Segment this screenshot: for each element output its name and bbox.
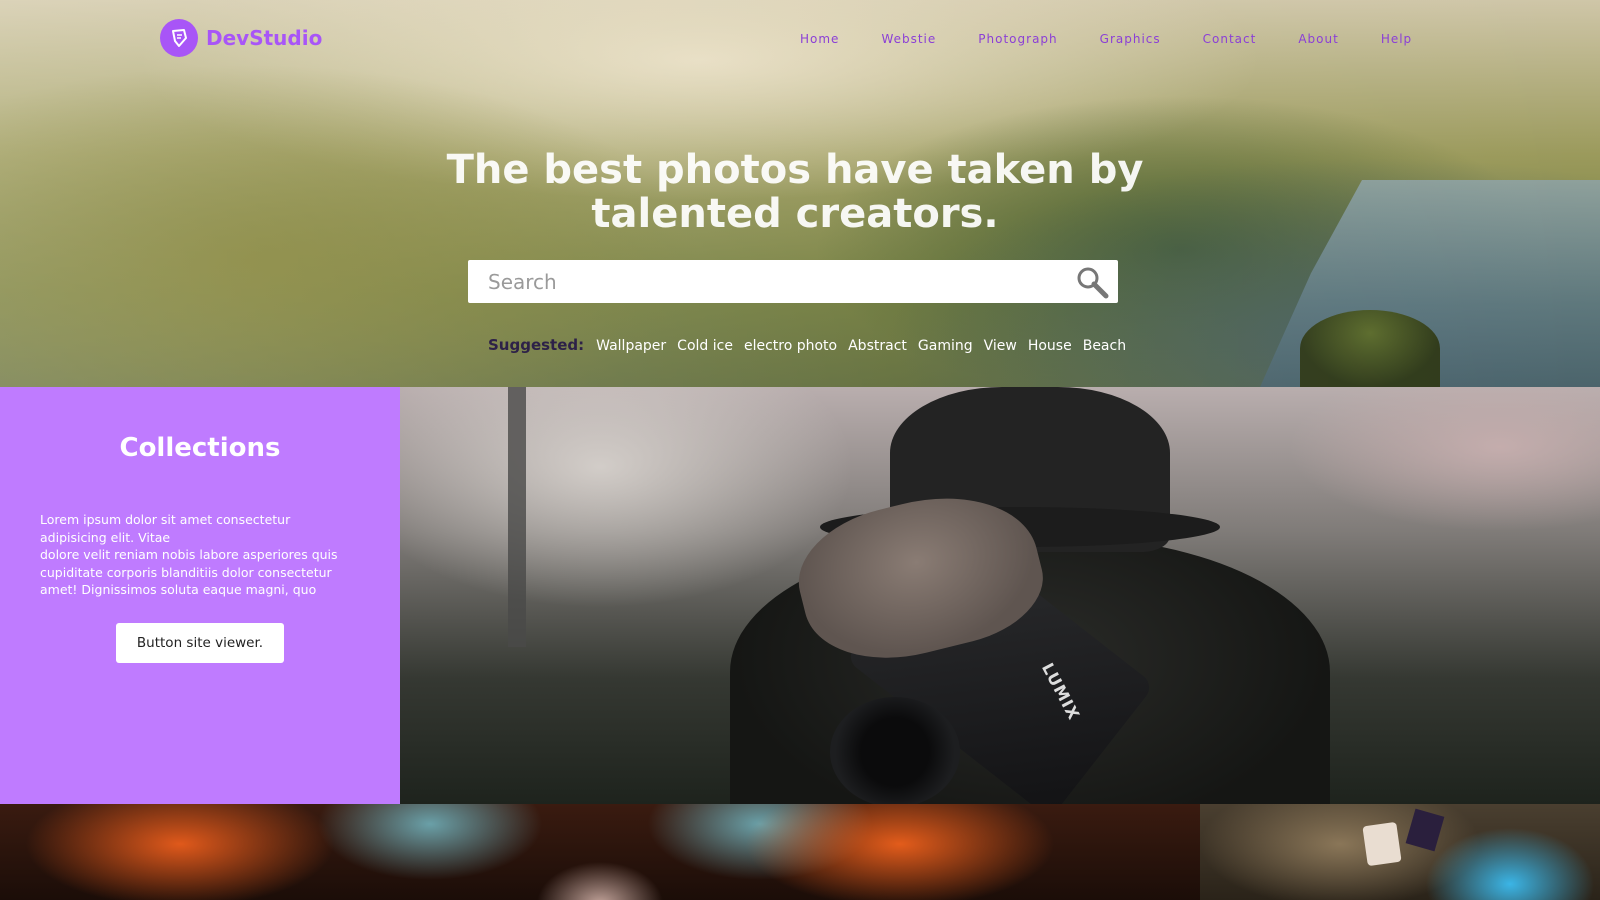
search-input[interactable] <box>468 260 1058 303</box>
tag-abstract[interactable]: Abstract <box>848 338 907 354</box>
collections-panel: Collections Lorem ipsum dolor sit amet c… <box>0 387 400 804</box>
logo[interactable]: DevStudio <box>160 19 322 57</box>
tag-electro-photo[interactable]: electro photo <box>744 338 837 354</box>
game-die <box>1362 821 1402 867</box>
gaming-image[interactable] <box>1200 804 1600 900</box>
main-menu: Home Webstie Photograph Graphics Contact… <box>800 32 1454 46</box>
suggested-label: Suggested: <box>488 336 585 354</box>
tag-wallpaper[interactable]: Wallpaper <box>596 338 666 354</box>
top-nav: DevStudio Home Webstie Photograph Graphi… <box>0 0 1600 80</box>
photo-camera-lens <box>830 697 960 804</box>
nav-about[interactable]: About <box>1298 32 1338 46</box>
collections-title: Collections <box>119 433 281 463</box>
brand-name: DevStudio <box>206 26 323 50</box>
nav-website[interactable]: Webstie <box>881 32 936 46</box>
logo-icon <box>160 19 198 57</box>
suggested-tags: Suggested: Wallpaper Cold ice electro ph… <box>488 336 1137 354</box>
hero-cliff <box>1300 310 1440 387</box>
nav-home[interactable]: Home <box>800 32 839 46</box>
site-viewer-button[interactable]: Button site viewer. <box>116 623 284 663</box>
collections-text-line-2: dolore velit reniam nobis labore asperio… <box>40 547 338 597</box>
hero-sea <box>1260 180 1600 387</box>
tag-view[interactable]: View <box>984 338 1017 354</box>
search-icon[interactable] <box>1074 264 1110 300</box>
nav-photograph[interactable]: Photograph <box>978 32 1057 46</box>
tag-gaming[interactable]: Gaming <box>918 338 973 354</box>
photographer-image[interactable]: LUMIX <box>400 387 1600 804</box>
tag-house[interactable]: House <box>1028 338 1072 354</box>
headline-line-1: The best photos have taken by <box>446 147 1144 193</box>
headline-line-2: talented creators. <box>591 191 999 237</box>
tag-beach[interactable]: Beach <box>1083 338 1126 354</box>
tag-cold-ice[interactable]: Cold ice <box>677 338 733 354</box>
game-card <box>1405 808 1445 852</box>
collections-description: Lorem ipsum dolor sit amet consectetur a… <box>40 511 360 599</box>
photo-pole <box>508 387 526 647</box>
collections-text-line-1: Lorem ipsum dolor sit amet consectetur a… <box>40 512 291 545</box>
search-bar <box>468 260 1118 303</box>
hero-headline: The best photos have taken by talented c… <box>400 148 1190 236</box>
nav-help[interactable]: Help <box>1381 32 1412 46</box>
nav-contact[interactable]: Contact <box>1203 32 1257 46</box>
abstract-art-image[interactable] <box>0 804 1200 900</box>
nav-graphics[interactable]: Graphics <box>1100 32 1161 46</box>
